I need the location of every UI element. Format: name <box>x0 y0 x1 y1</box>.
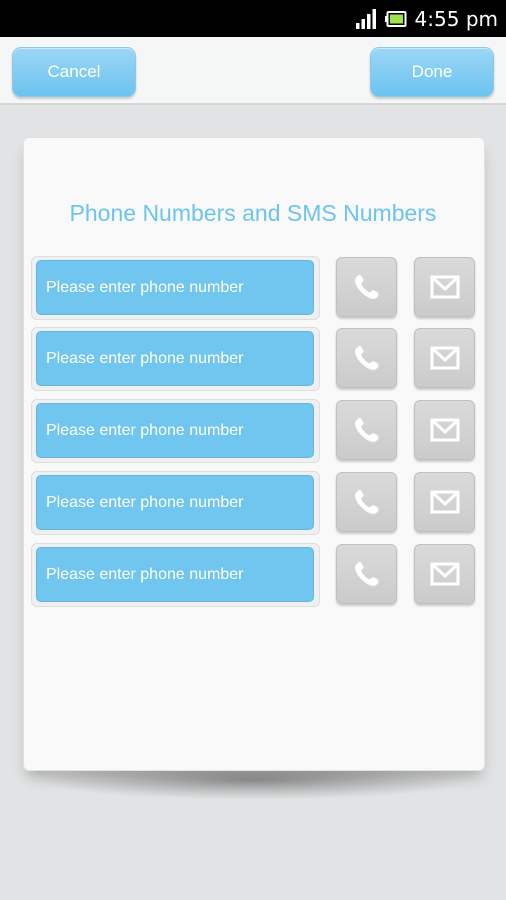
call-button[interactable] <box>336 257 397 317</box>
sms-button[interactable] <box>414 328 475 388</box>
phone-icon <box>354 418 379 442</box>
sms-button[interactable] <box>414 257 475 317</box>
top-toolbar: Cancel Done <box>0 37 506 105</box>
sms-button[interactable] <box>414 472 475 532</box>
phone-number-field[interactable]: Please enter phone number <box>36 403 314 458</box>
card-title: Phone Numbers and SMS Numbers <box>69 200 437 226</box>
battery-icon <box>384 10 407 27</box>
phone-row: Please enter phone number <box>0 399 506 463</box>
done-button[interactable]: Done <box>370 47 494 97</box>
status-bar: 4:55 pm <box>0 0 506 37</box>
phone-icon <box>354 275 379 299</box>
phone-row: Please enter phone number <box>0 543 506 607</box>
call-button[interactable] <box>336 544 397 604</box>
phone-row: Please enter phone number <box>0 327 506 391</box>
phone-icon <box>354 490 379 514</box>
call-button[interactable] <box>336 328 397 388</box>
mail-icon <box>430 346 459 370</box>
mail-icon <box>430 275 459 299</box>
cancel-button[interactable]: Cancel <box>12 47 136 97</box>
phone-icon <box>354 562 379 586</box>
phone-icon <box>354 346 379 370</box>
mail-icon <box>430 490 459 514</box>
signal-icon <box>355 8 376 29</box>
mail-icon <box>430 418 459 442</box>
phone-row: Please enter phone number <box>0 256 506 320</box>
status-time: 4:55 pm <box>414 6 498 31</box>
phone-number-field[interactable]: Please enter phone number <box>36 475 314 530</box>
call-button[interactable] <box>336 400 397 460</box>
phone-number-field[interactable]: Please enter phone number <box>36 331 314 386</box>
phone-row: Please enter phone number <box>0 471 506 535</box>
sms-button[interactable] <box>414 544 475 604</box>
status-icons: 4:55 pm <box>355 0 498 37</box>
mail-icon <box>430 562 459 586</box>
phone-number-field[interactable]: Please enter phone number <box>36 547 314 602</box>
phone-number-field[interactable]: Please enter phone number <box>36 260 314 315</box>
call-button[interactable] <box>336 472 397 532</box>
sms-button[interactable] <box>414 400 475 460</box>
